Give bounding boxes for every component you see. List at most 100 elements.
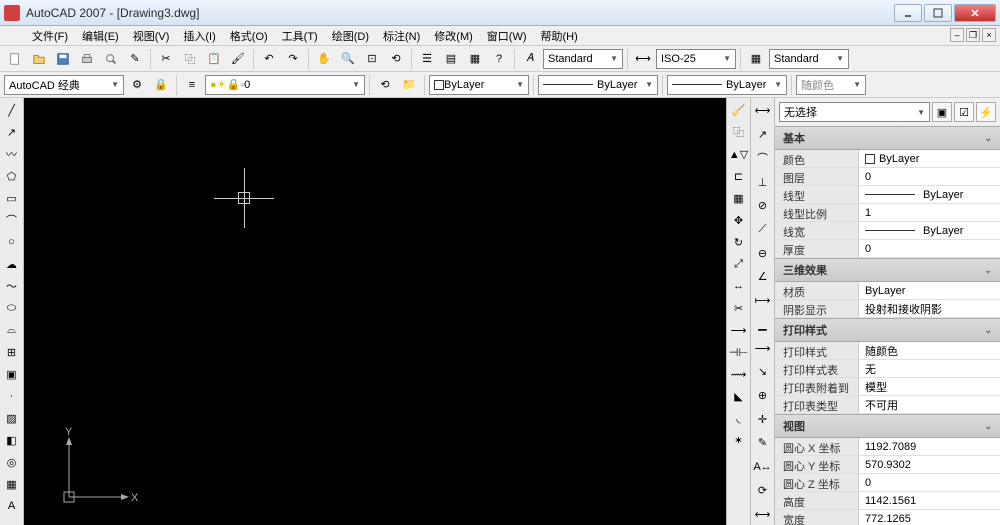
prop-row[interactable]: 圆心 Y 坐标570.9302 — [775, 456, 1000, 474]
prop-row[interactable]: 打印样式表无 — [775, 360, 1000, 378]
extend-icon[interactable]: ⟶ — [729, 320, 749, 340]
dimedit-icon[interactable]: ✎ — [752, 432, 774, 454]
prop-row[interactable]: 材质ByLayer — [775, 282, 1000, 300]
prop-row[interactable]: 圆心 X 坐标1192.7089 — [775, 438, 1000, 456]
prop-row[interactable]: 打印表附着到模型 — [775, 378, 1000, 396]
copy-icon[interactable]: ⿻ — [179, 48, 201, 70]
dimdiameter-icon[interactable]: ⊖ — [752, 242, 774, 264]
new-icon[interactable] — [4, 48, 26, 70]
minimize-button[interactable] — [894, 4, 922, 22]
stretch-icon[interactable]: ↔ — [729, 276, 749, 296]
prop-value[interactable]: 不可用 — [859, 396, 1000, 413]
join-icon[interactable]: ⟿ — [729, 364, 749, 384]
prop-row[interactable]: 打印表类型不可用 — [775, 396, 1000, 414]
prop-value[interactable]: ByLayer — [859, 186, 1000, 203]
help-icon[interactable]: ? — [488, 48, 510, 70]
prop-value[interactable]: 1 — [859, 204, 1000, 221]
arc-icon[interactable]: ⌒ — [2, 210, 22, 230]
dimstyle-icon[interactable]: ⟷ — [632, 48, 654, 70]
table-icon[interactable]: ▦ — [2, 474, 22, 494]
prop-row[interactable]: 圆心 Z 坐标0 — [775, 474, 1000, 492]
spline-icon[interactable]: 〜 — [2, 276, 22, 296]
point-icon[interactable]: · — [2, 386, 22, 406]
line-icon[interactable]: ╱ — [2, 100, 22, 120]
dimbaseline-icon[interactable]: ▁ — [752, 313, 774, 335]
scale-icon[interactable]: ⤢ — [729, 254, 749, 274]
layer-combo[interactable]: ●☀🔒▫ 0▼ — [205, 75, 365, 95]
chamfer-icon[interactable]: ◣ — [729, 386, 749, 406]
zoomprev-icon[interactable]: ⟲ — [385, 48, 407, 70]
insert-icon[interactable]: ⊞ — [2, 342, 22, 362]
match-icon[interactable]: 🖌 — [227, 48, 249, 70]
linetype-combo[interactable]: ByLayer▼ — [538, 75, 658, 95]
mirror-icon[interactable]: ▲▽ — [729, 144, 749, 164]
prop-value[interactable]: 0 — [859, 240, 1000, 257]
plotstyle-combo[interactable]: 随颜色▼ — [796, 75, 866, 95]
rotate-icon[interactable]: ↻ — [729, 232, 749, 252]
menu-file[interactable]: 文件(F) — [26, 26, 74, 46]
prop-value[interactable]: 1192.7089 — [859, 438, 1000, 455]
color-combo[interactable]: ByLayer▼ — [429, 75, 529, 95]
prop-value[interactable]: 570.9302 — [859, 456, 1000, 473]
explode-icon[interactable]: ✶ — [729, 430, 749, 450]
menu-draw[interactable]: 绘图(D) — [326, 26, 375, 46]
dimupdate-icon[interactable]: ⟳ — [752, 480, 774, 502]
menu-tools[interactable]: 工具(T) — [276, 26, 324, 46]
circle-icon[interactable]: ○ — [2, 232, 22, 252]
maximize-button[interactable] — [924, 4, 952, 22]
menu-modify[interactable]: 修改(M) — [428, 26, 479, 46]
dimaligned-icon[interactable]: ↗ — [752, 124, 774, 146]
cut-icon[interactable]: ✂ — [155, 48, 177, 70]
array-icon[interactable]: ▦ — [729, 188, 749, 208]
section-3d[interactable]: 三维效果⌄ — [775, 258, 1000, 282]
menu-edit[interactable]: 编辑(E) — [76, 26, 125, 46]
preview-icon[interactable] — [100, 48, 122, 70]
prop-value[interactable]: 模型 — [859, 378, 1000, 395]
break-icon[interactable]: ⊣⊢ — [729, 342, 749, 362]
offset-icon[interactable]: ⊏ — [729, 166, 749, 186]
textstyle-icon[interactable]: 𝐴 — [519, 48, 541, 70]
dimlinear-icon[interactable]: ⟷ — [752, 100, 774, 122]
dimcontinue-icon[interactable]: ⟶ — [752, 337, 774, 359]
toolpal-icon[interactable]: ▦ — [464, 48, 486, 70]
prop-row[interactable]: 高度1142.1561 — [775, 492, 1000, 510]
polygon-icon[interactable]: ⬠ — [2, 166, 22, 186]
properties-icon[interactable]: ☰ — [416, 48, 438, 70]
layermgr-icon[interactable]: ≡ — [181, 74, 203, 96]
print-icon[interactable] — [76, 48, 98, 70]
dimjogged-icon[interactable]: ⟋ — [752, 219, 774, 241]
section-print[interactable]: 打印样式⌄ — [775, 318, 1000, 342]
dimtedit-icon[interactable]: A↔ — [752, 456, 774, 478]
mdi-minimize[interactable]: ‒ — [950, 28, 964, 42]
save-icon[interactable] — [52, 48, 74, 70]
rectangle-icon[interactable]: ▭ — [2, 188, 22, 208]
mdi-close[interactable]: × — [982, 28, 996, 42]
tolerance-icon[interactable]: ⊕ — [752, 385, 774, 407]
menu-view[interactable]: 视图(V) — [127, 26, 176, 46]
trim-icon[interactable]: ✂ — [729, 298, 749, 318]
revcloud-icon[interactable]: ☁ — [2, 254, 22, 274]
prop-row[interactable]: 厚度0 — [775, 240, 1000, 258]
tablestyle-icon[interactable]: ▦ — [745, 48, 767, 70]
menu-help[interactable]: 帮助(H) — [535, 26, 584, 46]
zoom-icon[interactable]: 🔍 — [337, 48, 359, 70]
undo-icon[interactable]: ↶ — [258, 48, 280, 70]
ws-lock-icon[interactable]: 🔒 — [150, 74, 172, 96]
redo-icon[interactable]: ↷ — [282, 48, 304, 70]
copy2-icon[interactable]: ⿻ — [729, 122, 749, 142]
mtext-icon[interactable]: A — [2, 496, 22, 516]
quickselect-icon[interactable]: ☑ — [954, 102, 974, 122]
move-icon[interactable]: ✥ — [729, 210, 749, 230]
prop-row[interactable]: 打印样式随颜色 — [775, 342, 1000, 360]
dimangular-icon[interactable]: ∠ — [752, 266, 774, 288]
dimarc-icon[interactable]: ⌒ — [752, 147, 774, 169]
prop-value[interactable]: 1142.1561 — [859, 492, 1000, 509]
region-icon[interactable]: ◎ — [2, 452, 22, 472]
tablestyle-combo[interactable]: Standard▼ — [769, 49, 849, 69]
qdim-icon[interactable]: ⟼ — [752, 290, 774, 312]
qleader-icon[interactable]: ↘ — [752, 361, 774, 383]
layerprev-icon[interactable]: ⟲ — [374, 74, 396, 96]
workspace-combo[interactable]: AutoCAD 经典▼ — [4, 75, 124, 95]
pickadd-icon[interactable]: ▣ — [932, 102, 952, 122]
textstyle-combo[interactable]: Standard▼ — [543, 49, 623, 69]
